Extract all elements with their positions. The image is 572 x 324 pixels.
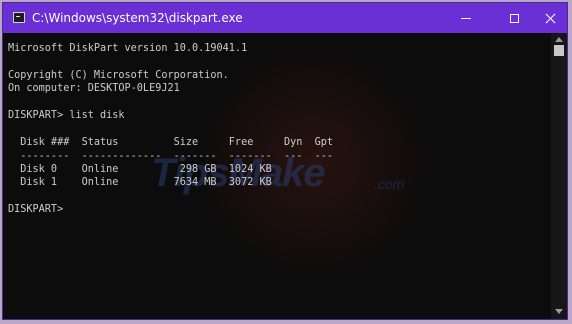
- maximize-icon: [509, 13, 519, 23]
- scroll-down-arrow-icon[interactable]: [555, 309, 563, 314]
- console-line: -------- ------------- ------- ------- -…: [8, 150, 334, 162]
- close-button[interactable]: [533, 3, 567, 33]
- close-icon: [545, 13, 556, 24]
- page: C:\Windows\system32\diskpart.exe TipsMak…: [0, 0, 572, 324]
- console-window: C:\Windows\system32\diskpart.exe TipsMak…: [2, 2, 568, 320]
- window-title: C:\Windows\system32\diskpart.exe: [32, 11, 243, 25]
- vertical-scrollbar[interactable]: [551, 33, 567, 319]
- console-line: Disk ### Status Size Free Dyn Gpt: [8, 137, 334, 149]
- console-prompt[interactable]: DISKPART>: [8, 203, 333, 216]
- console-line: Copyright (C) Microsoft Corporation.: [8, 69, 229, 81]
- console-output[interactable]: TipsMake .com Microsoft DiskPart version…: [3, 33, 551, 319]
- maximize-button[interactable]: [497, 3, 531, 33]
- console-lines: Microsoft DiskPart version 10.0.19041.1 …: [8, 42, 333, 217]
- minimize-icon: [461, 17, 471, 19]
- console-line: On computer: DESKTOP-0LE9J21: [8, 83, 180, 95]
- scrollbar-thumb[interactable]: [554, 45, 564, 56]
- console-line: Disk 0 Online 298 GB 1024 KB: [8, 163, 272, 175]
- title-bar[interactable]: C:\Windows\system32\diskpart.exe: [3, 3, 567, 33]
- minimize-button[interactable]: [449, 3, 483, 33]
- console-app-icon: [13, 12, 25, 23]
- console-line: Microsoft DiskPart version 10.0.19041.1: [8, 43, 248, 54]
- scroll-up-arrow-icon[interactable]: [555, 37, 563, 42]
- console-line: DISKPART> list disk: [8, 110, 125, 122]
- watermark-suffix: .com: [374, 176, 405, 192]
- console-line: Disk 1 Online 7634 MB 3072 KB: [8, 177, 272, 189]
